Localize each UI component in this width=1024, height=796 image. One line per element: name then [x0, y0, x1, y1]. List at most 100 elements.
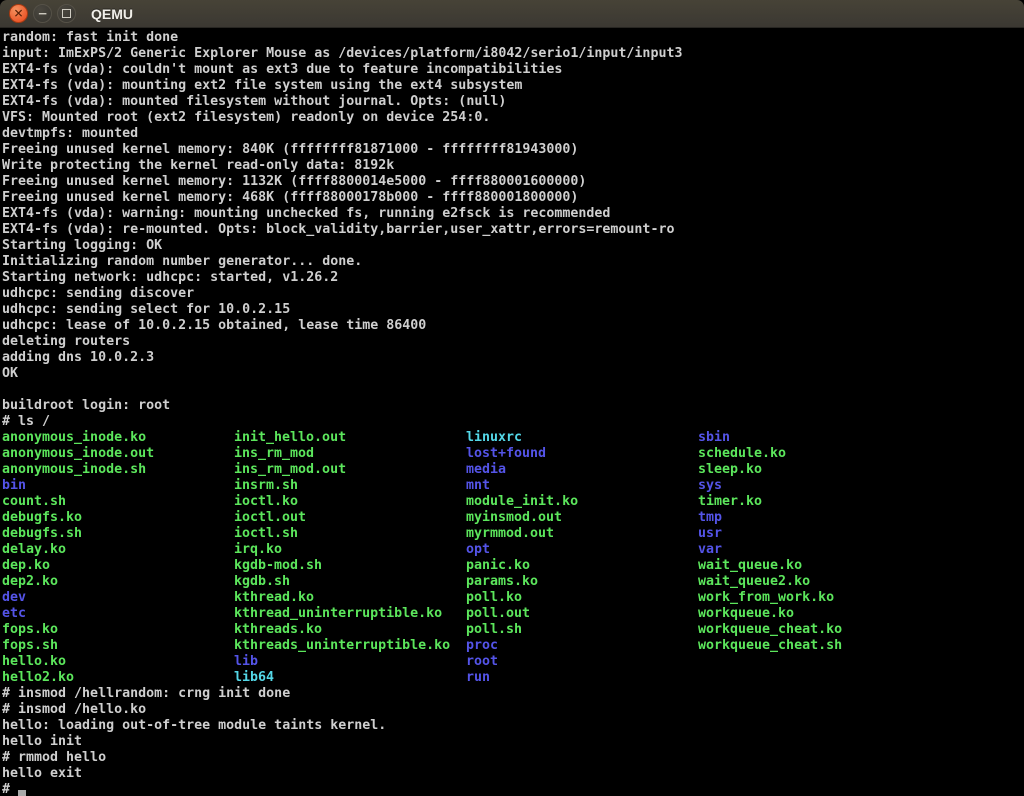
ls-entry-exec: ioctl.sh — [234, 526, 466, 542]
terminal-screen[interactable]: random: fast init doneinput: ImExPS/2 Ge… — [0, 28, 1024, 796]
ls-row: debugfs.koioctl.outmyinsmod.outtmp — [2, 510, 1024, 526]
ls-entry-exec: myinsmod.out — [466, 510, 698, 526]
ls-entry-exec: dep.ko — [2, 558, 234, 574]
ls-row: count.shioctl.komodule_init.kotimer.ko — [2, 494, 1024, 510]
qemu-window: ✕ − QEMU random: fast init doneinput: Im… — [0, 0, 1024, 796]
ls-entry-exec: myrmmod.out — [466, 526, 698, 542]
window-controls: ✕ − — [0, 4, 76, 23]
terminal-line: EXT4-fs (vda): mounting ext2 file system… — [2, 78, 1024, 94]
ls-entry-exec: ins_rm_mod.out — [234, 462, 466, 478]
ls-entry-exec: debugfs.ko — [2, 510, 234, 526]
ls-entry-dir: lib — [234, 654, 466, 670]
ls-entry-exec: dep2.ko — [2, 574, 234, 590]
ls-row: etckthread_uninterruptible.kopoll.outwor… — [2, 606, 1024, 622]
ls-entry-exec: kgdb-mod.sh — [234, 558, 466, 574]
ls-row: devkthread.kopoll.kowork_from_work.ko — [2, 590, 1024, 606]
terminal-line: devtmpfs: mounted — [2, 126, 1024, 142]
titlebar[interactable]: ✕ − QEMU — [0, 0, 1024, 28]
ls-entry-exec: insrm.sh — [234, 478, 466, 494]
ls-entry-exec: poll.out — [466, 606, 698, 622]
ls-entry-exec: wait_queue2.ko — [698, 574, 930, 590]
ls-row: debugfs.shioctl.shmyrmmod.outusr — [2, 526, 1024, 542]
ls-entry-exec: panic.ko — [466, 558, 698, 574]
ls-entry-exec: anonymous_inode.sh — [2, 462, 234, 478]
ls-entry-exec: delay.ko — [2, 542, 234, 558]
terminal-line: Freeing unused kernel memory: 1132K (fff… — [2, 174, 1024, 190]
prompt-line: # — [2, 782, 1024, 796]
minimize-button[interactable]: − — [33, 4, 52, 23]
ls-entry-exec: fops.ko — [2, 622, 234, 638]
terminal-line: udhcpc: sending select for 10.0.2.15 — [2, 302, 1024, 318]
ls-entry-dir: tmp — [698, 510, 930, 526]
terminal-line: Freeing unused kernel memory: 840K (ffff… — [2, 142, 1024, 158]
ls-entry-dir: bin — [2, 478, 234, 494]
terminal-line: buildroot login: root — [2, 398, 1024, 414]
ls-entry-exec: anonymous_inode.ko — [2, 430, 234, 446]
terminal-line: udhcpc: sending discover — [2, 286, 1024, 302]
shell-prompt: # — [2, 782, 18, 796]
maximize-button[interactable] — [57, 4, 76, 23]
terminal-line: udhcpc: lease of 10.0.2.15 obtained, lea… — [2, 318, 1024, 334]
terminal-line: EXT4-fs (vda): mounted filesystem withou… — [2, 94, 1024, 110]
ls-entry-dir: usr — [698, 526, 930, 542]
terminal-line: Freeing unused kernel memory: 468K (ffff… — [2, 190, 1024, 206]
ls-entry-exec: poll.ko — [466, 590, 698, 606]
ls-row: fops.shkthreads_uninterruptible.koprocwo… — [2, 638, 1024, 654]
ls-entry-exec: sleep.ko — [698, 462, 930, 478]
ls-entry-exec: kgdb.sh — [234, 574, 466, 590]
terminal-line: random: fast init done — [2, 30, 1024, 46]
ls-entry-exec: workqueue_cheat.sh — [698, 638, 930, 654]
ls-entry-exec: module_init.ko — [466, 494, 698, 510]
ls-entry-exec: schedule.ko — [698, 446, 930, 462]
ls-entry-dir: opt — [466, 542, 698, 558]
ls-entry-exec: kthread_uninterruptible.ko — [234, 606, 466, 622]
ls-entry-exec: timer.ko — [698, 494, 930, 510]
ls-entry-exec: kthread.ko — [234, 590, 466, 606]
terminal-line: Initializing random number generator... … — [2, 254, 1024, 270]
ls-entry-dir: root — [466, 654, 698, 670]
ls-entry-exec: params.ko — [466, 574, 698, 590]
ls-entry-link: linuxrc — [466, 430, 698, 446]
ls-entry-dir: var — [698, 542, 930, 558]
ls-entry-exec: ioctl.out — [234, 510, 466, 526]
ls-row: bininsrm.shmntsys — [2, 478, 1024, 494]
ls-row: anonymous_inode.outins_rm_modlost+founds… — [2, 446, 1024, 462]
ls-entry-dir: run — [466, 670, 698, 686]
minimize-icon: − — [37, 7, 47, 19]
ls-row: anonymous_inode.shins_rm_mod.outmediasle… — [2, 462, 1024, 478]
ls-entry-dir: sys — [698, 478, 930, 494]
ls-entry-dir: dev — [2, 590, 234, 606]
terminal-line: EXT4-fs (vda): warning: mounting uncheck… — [2, 206, 1024, 222]
ls-row: fops.kokthreads.kopoll.shworkqueue_cheat… — [2, 622, 1024, 638]
terminal-line: hello init — [2, 734, 1024, 750]
ls-entry-exec: irq.ko — [234, 542, 466, 558]
ls-entry-dir: mnt — [466, 478, 698, 494]
ls-entry-exec: workqueue.ko — [698, 606, 930, 622]
terminal-line: hello: loading out-of-tree module taints… — [2, 718, 1024, 734]
terminal-line: hello exit — [2, 766, 1024, 782]
terminal-line: OK — [2, 366, 1024, 382]
terminal-line: Starting network: udhcpc: started, v1.26… — [2, 270, 1024, 286]
ls-entry-exec: anonymous_inode.out — [2, 446, 234, 462]
terminal-line: EXT4-fs (vda): couldn't mount as ext3 du… — [2, 62, 1024, 78]
terminal-line: VFS: Mounted root (ext2 filesystem) read… — [2, 110, 1024, 126]
close-button[interactable]: ✕ — [9, 4, 28, 23]
ls-entry-dir: etc — [2, 606, 234, 622]
ls-entry-exec: workqueue_cheat.ko — [698, 622, 930, 638]
terminal-line: Write protecting the kernel read-only da… — [2, 158, 1024, 174]
ls-entry-exec: hello.ko — [2, 654, 234, 670]
ls-entry-exec: work_from_work.ko — [698, 590, 930, 606]
ls-entry-exec: poll.sh — [466, 622, 698, 638]
terminal-line: input: ImExPS/2 Generic Explorer Mouse a… — [2, 46, 1024, 62]
terminal-line: adding dns 10.0.2.3 — [2, 350, 1024, 366]
maximize-icon — [62, 9, 71, 18]
ls-entry-dir: proc — [466, 638, 698, 654]
ls-entry-exec: kthreads_uninterruptible.ko — [234, 638, 466, 654]
terminal-line: # insmod /hello.ko — [2, 702, 1024, 718]
window-title: QEMU — [91, 6, 133, 22]
terminal-line: # insmod /hellrandom: crng init done — [2, 686, 1024, 702]
close-icon: ✕ — [13, 7, 23, 19]
terminal-cursor — [18, 790, 26, 796]
ls-row: dep2.kokgdb.shparams.kowait_queue2.ko — [2, 574, 1024, 590]
terminal-line: # rmmod hello — [2, 750, 1024, 766]
